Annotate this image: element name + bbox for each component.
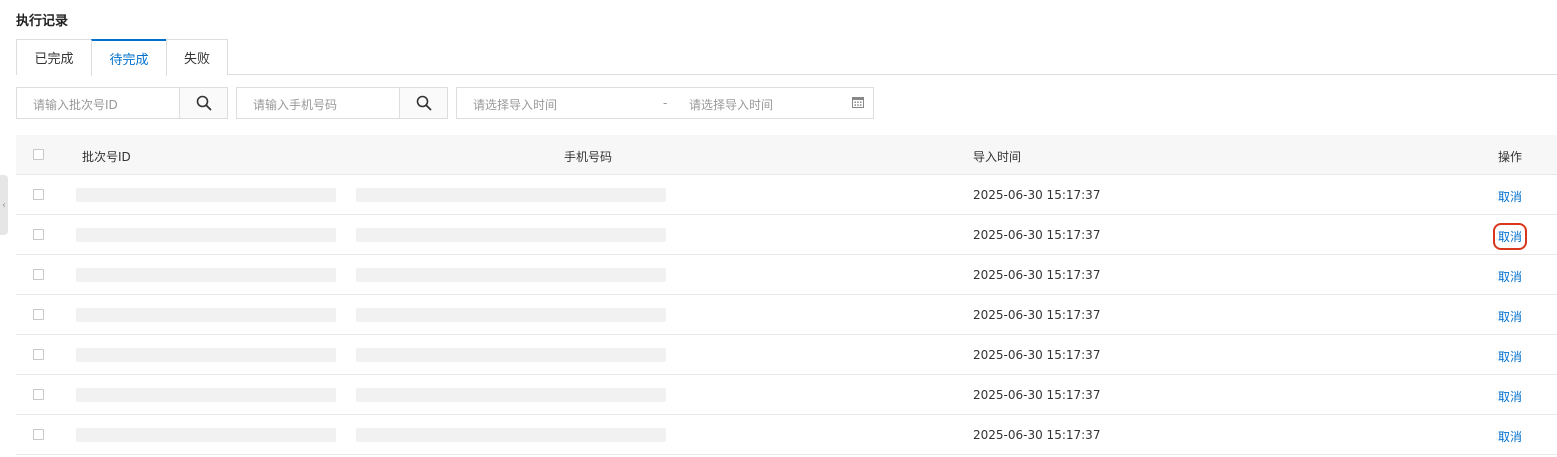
import-time-range-picker[interactable]: 请选择导入时间 - 请选择导入时间 (456, 87, 874, 119)
redacted-batch-id (76, 348, 336, 362)
redacted-phone (356, 228, 666, 242)
import-time: 2025-06-30 15:17:37 (973, 308, 1101, 322)
cancel-link[interactable]: 取消 (1498, 388, 1522, 405)
tab-pending[interactable]: 待完成 (91, 39, 167, 76)
import-time: 2025-06-30 15:17:37 (973, 348, 1101, 362)
row-checkbox[interactable] (33, 309, 44, 320)
batch-id-input[interactable]: 请输入批次号ID (33, 96, 118, 113)
redacted-batch-id (76, 268, 336, 282)
cancel-link[interactable]: 取消 (1498, 428, 1522, 445)
phone-search: 请输入手机号码 (236, 87, 448, 119)
redacted-phone (356, 308, 666, 322)
table-row: 2025-06-30 15:17:37 取消 (16, 175, 1557, 215)
batch-id-search: 请输入批次号ID (16, 87, 228, 119)
row-checkbox[interactable] (33, 389, 44, 400)
table-row: 2025-06-30 15:17:37 取消 (16, 415, 1557, 455)
cancel-link[interactable]: 取消 (1498, 268, 1522, 285)
header-import-time: 导入时间 (973, 150, 1022, 164)
header-action: 操作 (1498, 150, 1523, 164)
records-table: 批次号ID 手机号码 导入时间 操作 2025-06-30 15:17:37 取… (16, 135, 1557, 455)
redacted-batch-id (76, 228, 336, 242)
cancel-link-highlighted[interactable]: 取消 (1492, 223, 1528, 250)
cancel-link[interactable]: 取消 (1498, 188, 1522, 205)
date-end-input[interactable]: 请选择导入时间 (689, 96, 773, 113)
header-phone: 手机号码 (564, 150, 613, 164)
redacted-batch-id (76, 188, 336, 202)
tab-failed[interactable]: 失败 (166, 39, 228, 75)
row-checkbox[interactable] (33, 189, 44, 200)
redacted-batch-id (76, 308, 336, 322)
redacted-phone (356, 428, 666, 442)
search-icon (416, 95, 431, 111)
redacted-phone (356, 388, 666, 402)
select-all-checkbox[interactable] (33, 149, 44, 160)
sidebar-collapse-handle[interactable]: ‹ (0, 175, 8, 235)
phone-input[interactable]: 请输入手机号码 (253, 96, 337, 113)
table-row: 2025-06-30 15:17:37 取消 (16, 215, 1557, 255)
row-checkbox[interactable] (33, 269, 44, 280)
redacted-phone (356, 188, 666, 202)
import-time: 2025-06-30 15:17:37 (973, 268, 1101, 282)
row-checkbox[interactable] (33, 229, 44, 240)
table-row: 2025-06-30 15:17:37 取消 (16, 335, 1557, 375)
batch-search-button[interactable] (179, 88, 227, 118)
chevron-left-icon: ‹ (2, 199, 6, 211)
redacted-phone (356, 348, 666, 362)
cancel-link[interactable]: 取消 (1498, 348, 1522, 365)
cancel-link[interactable]: 取消 (1498, 308, 1522, 325)
date-start-input[interactable]: 请选择导入时间 (473, 96, 557, 113)
redacted-batch-id (76, 428, 336, 442)
redacted-batch-id (76, 388, 336, 402)
table-header: 批次号ID 手机号码 导入时间 操作 (16, 135, 1557, 175)
table-row: 2025-06-30 15:17:37 取消 (16, 295, 1557, 335)
import-time: 2025-06-30 15:17:37 (973, 188, 1101, 202)
calendar-icon (852, 97, 864, 108)
redacted-phone (356, 268, 666, 282)
phone-search-button[interactable] (399, 88, 447, 118)
import-time: 2025-06-30 15:17:37 (973, 388, 1101, 402)
search-icon (196, 95, 211, 111)
date-separator: - (663, 96, 668, 110)
tab-bar: 已完成 待完成 失败 (16, 39, 1557, 76)
tab-completed[interactable]: 已完成 (16, 39, 92, 75)
import-time: 2025-06-30 15:17:37 (973, 228, 1101, 242)
header-batch-id: 批次号ID (82, 150, 131, 164)
page-title: 执行记录 (16, 14, 69, 29)
row-checkbox[interactable] (33, 349, 44, 360)
table-row: 2025-06-30 15:17:37 取消 (16, 375, 1557, 415)
table-row: 2025-06-30 15:17:37 取消 (16, 255, 1557, 295)
import-time: 2025-06-30 15:17:37 (973, 428, 1101, 442)
row-checkbox[interactable] (33, 429, 44, 440)
